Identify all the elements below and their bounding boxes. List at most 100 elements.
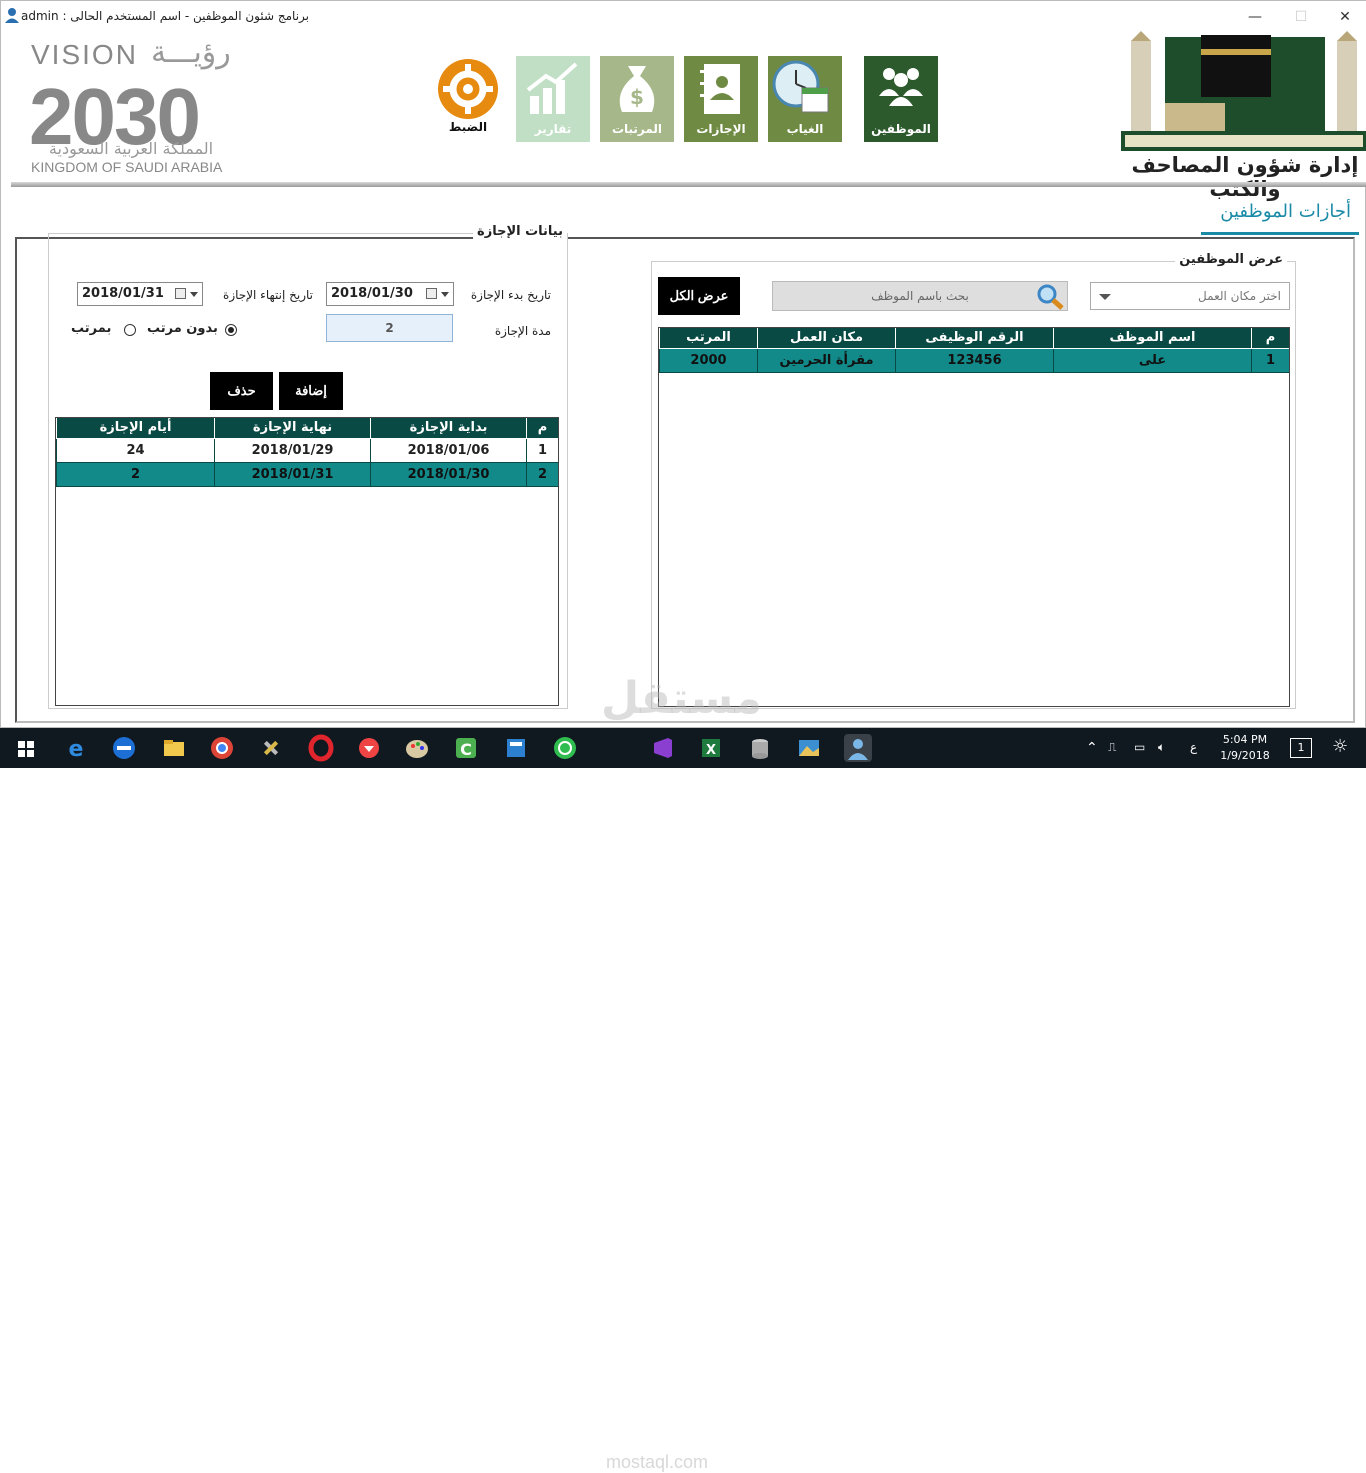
cell-salary[interactable]: 2000 bbox=[659, 347, 758, 373]
bar-chart-icon bbox=[526, 62, 578, 114]
employee-search-placeholder: بحث باسم الموظف bbox=[871, 289, 969, 303]
cell-vacation-days[interactable]: 24 bbox=[56, 437, 215, 463]
cell-vacation-start[interactable]: 2018/01/30 bbox=[370, 461, 527, 487]
cell-index[interactable]: 1 bbox=[526, 437, 558, 463]
excel-icon[interactable]: X bbox=[697, 734, 725, 762]
cell-workplace[interactable]: مقرأة الحرمين bbox=[757, 347, 896, 373]
download-manager-icon[interactable] bbox=[355, 734, 383, 762]
notifications-icon[interactable]: 1 bbox=[1290, 738, 1312, 758]
system-clock[interactable]: 5:04 PM 1/9/2018 bbox=[1210, 732, 1280, 764]
tools-icon[interactable] bbox=[257, 734, 285, 762]
whatsapp-icon[interactable] bbox=[551, 734, 579, 762]
cell-vacation-end[interactable]: 2018/01/29 bbox=[214, 437, 371, 463]
col-header-job-number[interactable]: الرقم الوظيفى bbox=[895, 328, 1054, 349]
vision-arabic-logo: رؤيـــة bbox=[151, 35, 231, 70]
vision-title: VISION bbox=[31, 39, 138, 70]
app-window: برنامج شئون الموظفين - اسم المستخدم الحا… bbox=[0, 0, 1366, 728]
paint-icon[interactable] bbox=[403, 734, 431, 762]
photos-icon[interactable] bbox=[795, 734, 823, 762]
edge-browser-icon[interactable]: e bbox=[62, 734, 90, 762]
language-indicator[interactable]: ع bbox=[1190, 740, 1197, 754]
tile-reports[interactable]: تقارير bbox=[516, 56, 590, 142]
col-header-vacation-start[interactable]: بداية الإجازة bbox=[370, 418, 527, 439]
tile-vacations-label: الإجازات bbox=[696, 122, 746, 136]
calendar-icon bbox=[175, 288, 186, 299]
start-date-value: 2018/01/30 bbox=[331, 286, 413, 301]
watermark-en: mostaql.com bbox=[606, 1452, 709, 1472]
people-icon bbox=[879, 68, 923, 106]
employees-grid-header: م اسم الموظف الرقم الوظيفى مكان العمل ال… bbox=[659, 328, 1289, 349]
start-date-picker[interactable]: 2018/01/30 bbox=[326, 282, 454, 306]
window-title: برنامج شئون الموظفين - اسم المستخدم الحا… bbox=[21, 9, 309, 23]
delete-vacation-button[interactable]: حذف bbox=[210, 372, 273, 410]
end-date-picker[interactable]: 2018/01/31 bbox=[77, 282, 203, 306]
cell-vacation-start[interactable]: 2018/01/06 bbox=[370, 437, 527, 463]
chevron-down-icon bbox=[1099, 294, 1111, 300]
taskbar: e C X mostaql.com ⌃ ⎍ ▭ 🔈︎ ع 5:04 PM 1/9… bbox=[0, 728, 1366, 1472]
workplace-select-value: اختر مكان العمل bbox=[1198, 289, 1281, 303]
database-icon[interactable] bbox=[746, 734, 774, 762]
vision-arabic-text: المملكة العربية السعودية bbox=[48, 139, 214, 158]
tile-employees-label: الموظفين bbox=[871, 122, 931, 136]
network-icon[interactable]: ⎍ bbox=[1108, 740, 1116, 755]
table-row[interactable]: 1 2018/01/06 2018/01/29 24 bbox=[56, 437, 558, 463]
calculator-icon[interactable] bbox=[502, 734, 530, 762]
svg-text:e: e bbox=[69, 737, 84, 762]
col-header-salary[interactable]: المرتب bbox=[659, 328, 758, 349]
cell-vacation-end[interactable]: 2018/01/31 bbox=[214, 461, 371, 487]
chevron-up-icon[interactable]: ⌃ bbox=[1086, 740, 1098, 756]
cell-employee-name[interactable]: على bbox=[1053, 347, 1252, 373]
current-user: admin bbox=[21, 9, 59, 23]
clock-calendar-icon bbox=[772, 60, 829, 113]
money-bag-icon: $ bbox=[619, 66, 655, 112]
search-icon[interactable] bbox=[1035, 282, 1065, 310]
cell-vacation-days[interactable]: 2 bbox=[56, 461, 215, 487]
windows-start-icon[interactable] bbox=[12, 734, 40, 762]
employee-search-input[interactable]: بحث باسم الموظف bbox=[772, 281, 1068, 311]
col-header-vacation-days[interactable]: أيام الإجازة bbox=[56, 418, 215, 439]
start-date-label: تاريخ بدء الإجازة bbox=[470, 288, 551, 302]
opera-icon[interactable] bbox=[307, 734, 335, 762]
chrome-icon[interactable] bbox=[208, 734, 236, 762]
radio-without-salary[interactable] bbox=[225, 324, 237, 336]
tile-absence[interactable]: الغياب bbox=[768, 56, 842, 142]
tile-vacations[interactable]: الإجازات bbox=[684, 56, 758, 142]
window-title-text: برنامج شئون الموظفين - اسم المستخدم الحا… bbox=[62, 9, 309, 23]
visual-studio-icon[interactable] bbox=[648, 734, 676, 762]
close-button[interactable]: ✕ bbox=[1325, 5, 1365, 29]
vacation-panel: بيانات الإجازة تاريخ بدء الإجازة 2018/01… bbox=[48, 224, 568, 709]
tile-employees[interactable]: الموظفين bbox=[864, 56, 938, 142]
file-explorer-icon[interactable] bbox=[160, 734, 188, 762]
camtasia-icon[interactable]: C bbox=[452, 734, 480, 762]
col-header-index[interactable]: م bbox=[526, 418, 558, 439]
tile-salaries[interactable]: $ المرتبات bbox=[600, 56, 674, 142]
teamviewer-icon[interactable] bbox=[110, 734, 138, 762]
table-row[interactable]: 1 على 123456 مقرأة الحرمين 2000 bbox=[659, 347, 1289, 373]
cell-index[interactable]: 2 bbox=[526, 461, 558, 487]
vacations-grid: م بداية الإجازة نهاية الإجازة أيام الإجا… bbox=[55, 417, 559, 706]
cell-index[interactable]: 1 bbox=[1251, 347, 1289, 373]
duration-field[interactable]: 2 bbox=[326, 314, 453, 342]
brightness-icon[interactable]: ☼ bbox=[1332, 736, 1348, 757]
battery-icon[interactable]: ▭ bbox=[1134, 740, 1145, 754]
show-all-button[interactable]: عرض الكل bbox=[658, 277, 740, 315]
calendar-icon bbox=[426, 288, 437, 299]
table-row[interactable]: 2 2018/01/30 2018/01/31 2 bbox=[56, 461, 558, 487]
maximize-button[interactable]: ☐ bbox=[1281, 5, 1321, 29]
col-header-index[interactable]: م bbox=[1251, 328, 1289, 349]
minimize-button[interactable]: — bbox=[1235, 5, 1275, 29]
col-header-vacation-end[interactable]: نهاية الإجازة bbox=[214, 418, 371, 439]
col-header-employee-name[interactable]: اسم الموظف bbox=[1053, 328, 1252, 349]
workplace-select[interactable]: اختر مكان العمل bbox=[1090, 282, 1290, 310]
add-vacation-button[interactable]: إضافة bbox=[279, 372, 343, 410]
col-header-workplace[interactable]: مكان العمل bbox=[757, 328, 896, 349]
radio-with-salary[interactable] bbox=[124, 324, 136, 336]
volume-icon[interactable]: 🔈︎ bbox=[1158, 740, 1165, 755]
employees-panel-title: عرض الموظفين bbox=[1175, 252, 1287, 267]
cell-job-number[interactable]: 123456 bbox=[895, 347, 1054, 373]
organization-name: إدارة شؤون المصاحف والكتب bbox=[1131, 153, 1359, 201]
tile-settings[interactable]: الضبط bbox=[431, 56, 505, 142]
svg-text:X: X bbox=[706, 743, 716, 758]
svg-text:C: C bbox=[460, 740, 472, 759]
employees-app-icon[interactable] bbox=[844, 734, 872, 762]
